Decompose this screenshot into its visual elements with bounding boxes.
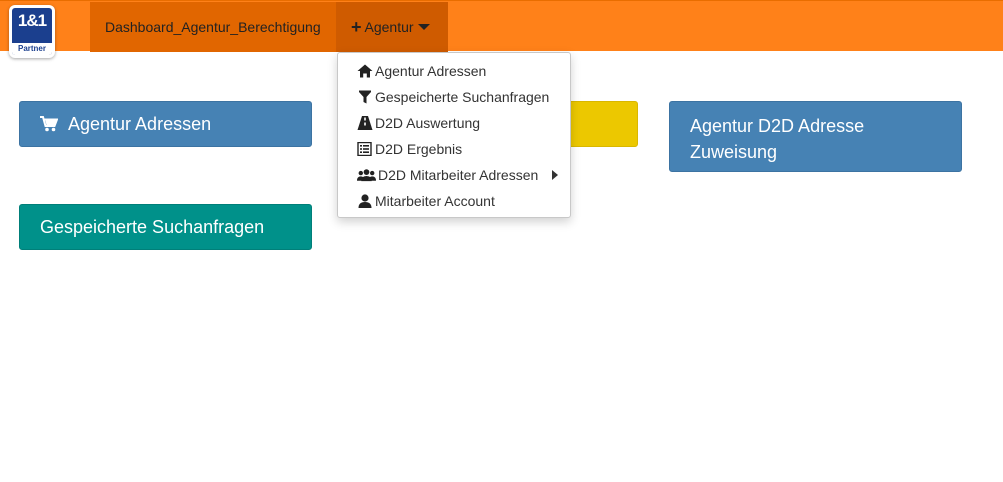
menu-item-label: Mitarbeiter Account	[375, 193, 495, 209]
road-icon	[357, 116, 373, 130]
brand-logo[interactable]: 1&1 Partner	[9, 5, 55, 58]
menu-item-d2d-ergebnis[interactable]: D2D Ergebnis	[338, 138, 570, 164]
tile-agentur-d2d-zuweisung[interactable]: Agentur D2D Adresse Zuweisung	[669, 101, 962, 172]
menu-item-d2d-auswertung[interactable]: D2D Auswertung	[338, 112, 570, 138]
submenu-arrow-icon	[552, 170, 558, 180]
menu-item-label: D2D Auswertung	[375, 115, 481, 131]
logo-mark: 1&1 Partner	[12, 8, 52, 55]
user-icon	[358, 194, 372, 208]
nav-agentur-dropdown-toggle[interactable]: + Agentur	[336, 2, 448, 52]
users-icon	[357, 169, 376, 182]
menu-item-label: Gespeicherte Suchanfragen	[375, 89, 550, 105]
nav-dashboard-link[interactable]: Dashboard_Agentur_Berechtigung	[90, 2, 336, 52]
menu-item-gespeicherte-suchanfragen[interactable]: Gespeicherte Suchanfragen	[338, 86, 570, 112]
nav-agentur-label: Agentur	[364, 19, 414, 35]
list-alt-icon	[357, 142, 372, 156]
caret-down-icon	[417, 24, 430, 30]
tile-yellow-partial[interactable]	[560, 101, 638, 147]
logo-sub-text: Partner	[12, 43, 52, 55]
menu-item-mitarbeiter-account[interactable]: Mitarbeiter Account	[338, 190, 570, 216]
shopping-cart-icon	[40, 116, 59, 132]
logo-brand-text: 1&1	[17, 11, 47, 30]
tile-agentur-d2d-label: Agentur D2D Adresse Zuweisung	[690, 116, 865, 162]
filter-icon	[359, 90, 371, 104]
tile-agentur-adressen[interactable]: Agentur Adressen	[19, 101, 312, 147]
plus-icon: +	[351, 17, 362, 37]
home-icon	[357, 64, 373, 78]
menu-item-label: D2D Ergebnis	[375, 141, 463, 157]
menu-item-label: D2D Mitarbeiter Adressen	[378, 167, 539, 183]
agentur-dropdown-menu: Agentur Adressen Gespeicherte Suchanfrag…	[337, 52, 571, 218]
top-navbar: Dashboard_Agentur_Berechtigung + Agentur	[0, 0, 1003, 52]
menu-item-agentur-adressen[interactable]: Agentur Adressen	[338, 60, 570, 86]
tile-gespeicherte-suchanfragen[interactable]: Gespeicherte Suchanfragen	[19, 204, 312, 250]
tile-gespeicherte-label: Gespeicherte Suchanfragen	[40, 217, 265, 237]
menu-item-d2d-mitarbeiter-adressen[interactable]: D2D Mitarbeiter Adressen	[338, 164, 570, 190]
menu-item-label: Agentur Adressen	[375, 63, 487, 79]
tile-agentur-adressen-label: Agentur Adressen	[68, 114, 212, 134]
nav-dashboard-label: Dashboard_Agentur_Berechtigung	[105, 19, 321, 35]
